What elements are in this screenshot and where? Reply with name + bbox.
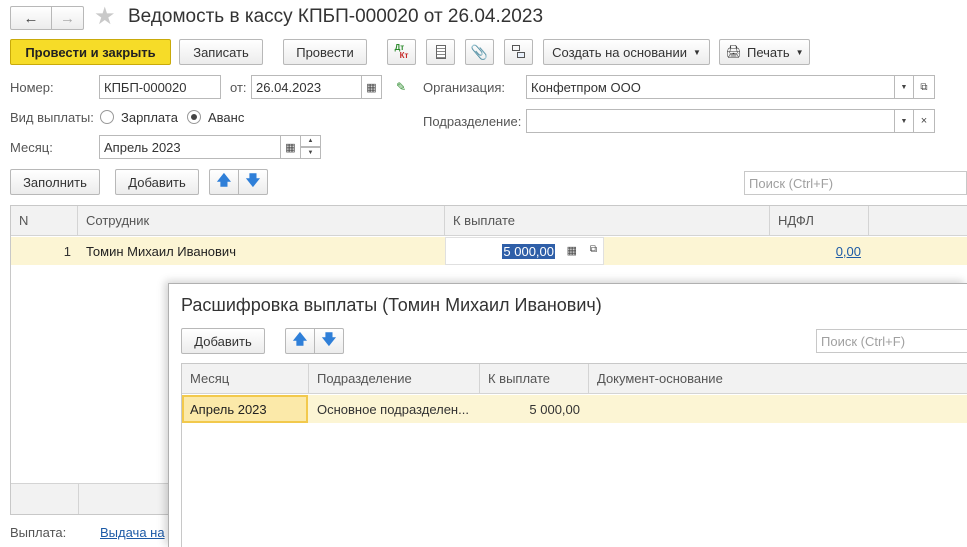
attach-button[interactable]: 📎 [465,39,494,65]
arrow-left-icon: ← [23,9,39,27]
row-ndfl[interactable]: 0,00 [771,237,861,265]
calendar-icon: ▦ [366,81,377,94]
document-history-icon[interactable]: ✎ [396,80,406,94]
radio-advance-label[interactable]: Аванс [208,110,244,125]
popup-table-header: Месяц Подразделение К выплате Документ-о… [182,364,967,394]
division-field[interactable] [526,109,895,133]
popup-table-row[interactable]: Апрель 2023 Основное подразделен... 5 00… [182,395,967,423]
organization-field[interactable]: Конфетпром ООО [526,75,895,99]
organization-open-button[interactable]: ⧉ [913,75,935,99]
popup-column-document[interactable]: Документ-основание [589,364,967,393]
window-title: Ведомость в кассу КПБП-000020 от 26.04.2… [128,6,544,27]
popup-column-division[interactable]: Подразделение [309,364,480,393]
post-button[interactable]: Провести [283,39,367,65]
radio-advance[interactable] [187,110,201,124]
structure-button[interactable] [504,39,533,65]
radio-dot [191,114,197,120]
month-label: Месяц: [10,140,53,155]
amount-editor[interactable]: 5 000,00 ▦ ⧉ [445,237,604,265]
column-header-employee[interactable]: Сотрудник [78,206,445,235]
popup-row-amount: 5 000,00 [529,401,580,417]
popup-row-division: Основное подразделен... [317,401,469,417]
row-number: 1 [63,243,71,259]
post-and-close-button[interactable]: Провести и закрыть [10,39,171,65]
back-button[interactable]: ← [10,6,52,30]
journal-button[interactable] [426,39,455,65]
column-header-amount[interactable]: К выплате [445,206,770,235]
table-row[interactable]: 1 Томин Михаил Иванович 5 000,00 ▦ ⧉ 0,0… [11,237,967,265]
popup-move-up-button[interactable]: 🡅 [285,328,315,354]
payment-type-label: Вид выплаты: [10,110,94,125]
popup-column-month[interactable]: Месяц [182,364,309,393]
popup-row-document [597,395,957,423]
popup-table: Месяц Подразделение К выплате Документ-о… [181,363,967,547]
popup-title: Расшифровка выплаты (Томин Михаил Иванов… [181,295,602,315]
date-label: от: [230,80,247,95]
arrow-down-icon: 🡇 [321,331,337,347]
arrow-up-icon: 🡅 [292,331,308,347]
division-dropdown-button[interactable]: ▼ [894,109,914,133]
forward-button[interactable]: → [51,6,84,30]
paperclip-icon: 📎 [470,43,489,60]
caret-down-icon: ▼ [900,83,908,91]
table-search-input[interactable]: Поиск (Ctrl+F) [744,171,967,195]
calendar-icon: ▦ [285,141,296,154]
close-icon: × [920,115,928,127]
month-down-button[interactable]: ▼ [300,147,321,159]
popup-move-down-button[interactable]: 🡇 [314,328,344,354]
fill-button[interactable]: Заполнить [10,169,100,195]
caret-down-icon: ▼ [692,47,701,57]
arrow-right-icon: → [60,9,75,27]
caret-down-icon: ▼ [795,47,804,57]
add-row-button[interactable]: Добавить [115,169,199,195]
payment-breakdown-popup: Расшифровка выплаты (Томин Михаил Иванов… [168,283,967,547]
month-calendar-button[interactable]: ▦ [280,135,301,159]
move-up-button[interactable]: 🡅 [209,169,239,195]
division-clear-button[interactable]: × [913,109,935,133]
caret-down-icon: ▼ [900,117,908,125]
radio-salary-label[interactable]: Зарплата [121,110,178,125]
create-based-on-button[interactable]: Создать на основании ▼ [543,39,710,65]
printer-icon: 🖨 [725,44,742,59]
number-label: Номер: [10,80,54,95]
open-link-icon: ⧉ [920,81,928,93]
month-field[interactable]: Апрель 2023 [99,135,281,159]
organization-label: Организация: [423,80,506,95]
popup-search-input[interactable]: Поиск (Ctrl+F) [816,329,967,353]
number-field[interactable]: КПБП-000020 [99,75,221,99]
payment-link[interactable]: Выдача на [100,525,165,540]
arrow-up-icon: 🡅 [216,172,232,188]
date-field[interactable]: 26.04.2023 [251,75,362,99]
column-header-ndfl[interactable]: НДФЛ [770,206,869,235]
print-button[interactable]: 🖨 Печать ▼ [719,39,810,65]
open-link-icon[interactable]: ⧉ [590,244,597,255]
amount-value[interactable]: 5 000,00 [502,244,555,259]
hierarchy-icon [511,45,526,59]
list-icon [435,45,446,59]
month-up-button[interactable]: ▲ [300,135,321,147]
move-down-button[interactable]: 🡇 [238,169,268,195]
popup-add-button[interactable]: Добавить [181,328,265,354]
popup-row-month[interactable]: Апрель 2023 [182,395,308,423]
dt-kt-icon: Дт Кт [394,43,409,60]
calendar-button[interactable]: ▦ [361,75,382,99]
save-button[interactable]: Записать [179,39,263,65]
division-label: Подразделение: [423,114,522,129]
calculator-icon[interactable]: ▦ [567,244,577,257]
dt-kt-button[interactable]: Дт Кт [387,39,416,65]
popup-column-amount[interactable]: К выплате [480,364,589,393]
chevron-up-icon: ▲ [307,138,314,144]
column-header-n[interactable]: N [11,206,78,235]
arrow-down-icon: 🡇 [245,172,261,188]
chevron-down-icon: ▼ [307,150,314,156]
organization-dropdown-button[interactable]: ▼ [894,75,914,99]
radio-salary[interactable] [100,110,114,124]
favorite-star-icon[interactable]: ★ [94,3,116,31]
table-header: N Сотрудник К выплате НДФЛ [11,206,967,236]
payment-label: Выплата: [10,525,67,540]
row-employee: Томин Михаил Иванович [86,243,236,259]
